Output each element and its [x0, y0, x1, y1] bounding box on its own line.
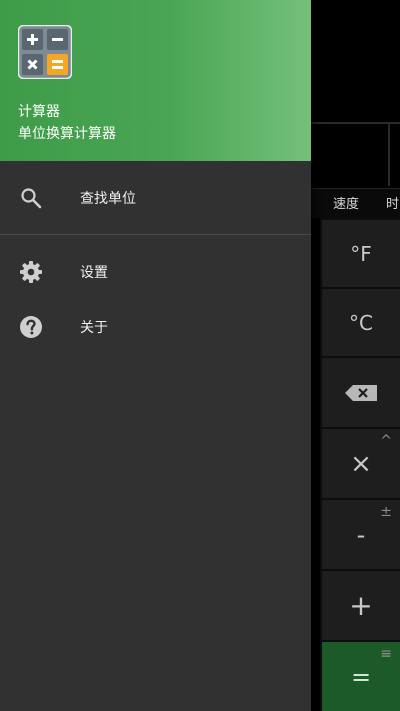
plus-key-label: +	[349, 589, 373, 622]
display-column-divider	[388, 124, 390, 186]
menu-item-label: 关于	[80, 320, 108, 336]
minus-key-label: -	[356, 520, 366, 549]
menu-item-label: 设置	[80, 265, 108, 281]
help-icon	[20, 316, 42, 338]
plus-minus-alt-label: ±	[380, 504, 392, 520]
fahrenheit-key-label: °F	[350, 241, 372, 266]
menu-item-settings[interactable]: 设置	[0, 244, 311, 300]
fahrenheit-key[interactable]: °F	[320, 218, 400, 287]
gear-icon	[20, 261, 42, 283]
multiply-key-label: ×	[350, 448, 372, 479]
plus-key[interactable]: +	[320, 569, 400, 640]
equals-key-label: =	[350, 662, 372, 691]
multiply-key[interactable]: × ^	[320, 427, 400, 498]
menu-item-about[interactable]: 关于	[0, 299, 311, 355]
app-subtitle: 单位换算计算器	[18, 126, 116, 142]
power-alt-label: ^	[380, 433, 392, 449]
menu-alt-label: ≡	[380, 646, 392, 662]
calculator-app-icon	[18, 25, 72, 79]
minus-key[interactable]: - ±	[320, 498, 400, 569]
menu-item-label: 查找单位	[80, 191, 136, 207]
search-icon	[21, 188, 42, 209]
menu-item-find-unit[interactable]: 查找单位	[0, 170, 311, 226]
navigation-drawer: 计算器 单位换算计算器 查找单位 设置 关于	[0, 0, 311, 711]
tab-speed[interactable]: 速度	[333, 193, 359, 212]
celsius-key[interactable]: °C	[320, 287, 400, 356]
backspace-key[interactable]	[320, 356, 400, 427]
equals-key[interactable]: = ≡	[320, 640, 400, 711]
backspace-icon	[345, 384, 377, 401]
drawer-header: 计算器 单位换算计算器	[0, 0, 311, 161]
tab-time[interactable]: 时	[386, 193, 399, 212]
app-title: 计算器	[18, 104, 60, 120]
celsius-key-label: °C	[349, 310, 373, 335]
menu-divider	[0, 234, 311, 235]
